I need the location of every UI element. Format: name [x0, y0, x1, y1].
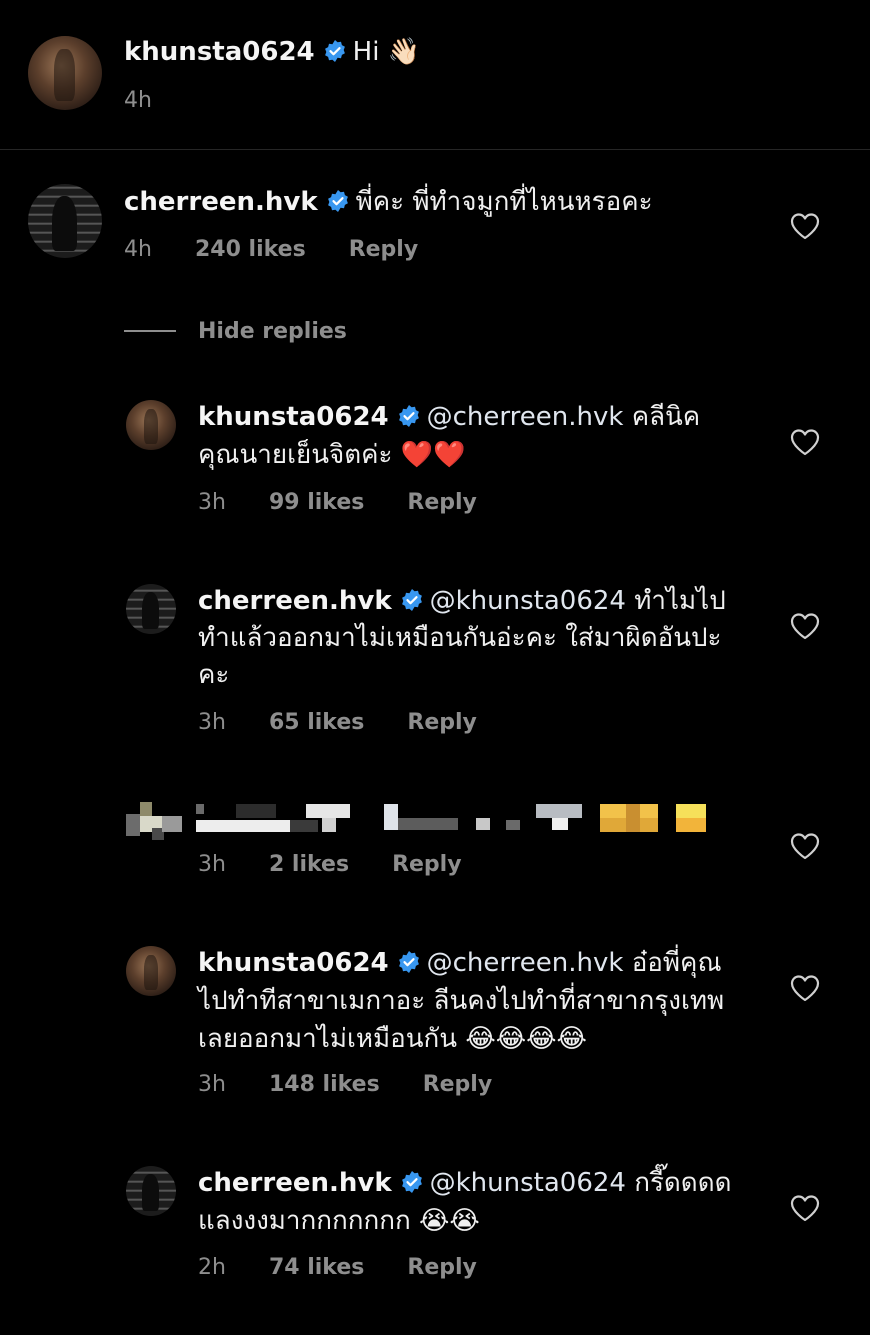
avatar-khunsta0624[interactable] [126, 400, 176, 450]
avatar-cherreen[interactable] [126, 584, 176, 634]
caption-line: khunsta0624 Hi 👋🏻 [124, 34, 420, 71]
reply-reply-button[interactable]: Reply [407, 1255, 477, 1280]
reply-mention[interactable]: @khunsta0624 [430, 1168, 626, 1198]
post-caption: khunsta0624 Hi 👋🏻 4h [0, 0, 870, 150]
reply-text-line: คะ [198, 660, 230, 690]
comment-likes[interactable]: 240 likes [195, 237, 306, 262]
reply-username[interactable]: cherreen.hvk [198, 586, 392, 616]
caption-username[interactable]: khunsta0624 [124, 37, 315, 67]
comment-text: พี่คะ พี่ทำจมูกที่ไหนหรอคะ [355, 187, 653, 217]
verified-badge-icon [398, 951, 419, 973]
heart-outline-icon[interactable] [790, 212, 820, 240]
reply-mention[interactable]: @cherreen.hvk [427, 948, 624, 978]
reply-time: 2h [198, 1255, 226, 1280]
reply-line: cherreen.hvk @khunsta0624 กรี๊ดดดด [198, 1165, 731, 1202]
avatar-khunsta0624[interactable] [126, 946, 176, 996]
reply-text: อ๋อพี่คุณ [631, 948, 722, 978]
verified-badge-icon [324, 40, 345, 62]
heart-outline-icon[interactable] [790, 428, 820, 456]
heart-outline-icon[interactable] [790, 1194, 820, 1222]
reply-likes[interactable]: 74 likes [269, 1255, 364, 1280]
reply-text-line: ไปทำทีสาขาเมกาอะ ลีนคงไปทำที่สาขากรุงเทพ [198, 986, 725, 1016]
comment-username[interactable]: cherreen.hvk [124, 187, 318, 217]
verified-badge-icon [401, 589, 422, 611]
reply-text: คลีนิค [631, 402, 701, 432]
reply-reply-button[interactable]: Reply [407, 710, 477, 735]
verified-badge-icon [327, 190, 348, 212]
reply-time: 3h [198, 852, 226, 877]
comment-meta: 4h 240 likes Reply [124, 237, 454, 262]
reply-username[interactable]: khunsta0624 [198, 402, 389, 432]
avatar-cherreen[interactable] [28, 184, 102, 258]
caption-text: Hi 👋🏻 [352, 37, 421, 67]
reply-meta: 3h 148 likes Reply [198, 1072, 528, 1097]
reply-reply-button[interactable]: Reply [407, 490, 477, 515]
reply-text-line: เลยออกมาไม่เหมือนกัน 😂😂😂😂 [198, 1024, 587, 1054]
comment-time: 4h [124, 237, 152, 262]
reply-username[interactable]: cherreen.hvk [198, 1168, 392, 1198]
caption-meta: 4h [124, 88, 188, 113]
reply-time: 3h [198, 490, 226, 515]
reply-meta: 3h 99 likes Reply [198, 490, 513, 515]
reply-likes[interactable]: 65 likes [269, 710, 364, 735]
avatar-khunsta0624[interactable] [28, 36, 102, 110]
reply-likes[interactable]: 2 likes [269, 852, 349, 877]
verified-badge-icon [398, 405, 419, 427]
heart-outline-icon[interactable] [790, 832, 820, 860]
avatar-cherreen[interactable] [126, 1166, 176, 1216]
reply-meta: 2h 74 likes Reply [198, 1255, 513, 1280]
reply-text-line: ทำแล้วออกมาไม่เหมือนกันอ่ะคะ ใส่มาผิดอัน… [198, 623, 722, 653]
heart-outline-icon[interactable] [790, 974, 820, 1002]
reply-meta: 3h 2 likes Reply [198, 852, 498, 877]
reply-meta: 3h 65 likes Reply [198, 710, 513, 735]
hide-replies-label: Hide replies [198, 318, 347, 344]
reply-reply-button[interactable]: Reply [392, 852, 462, 877]
reply-text: ทำไมไป [634, 586, 726, 616]
reply-reply-button[interactable]: Reply [423, 1072, 493, 1097]
reply-time: 3h [198, 710, 226, 735]
hide-replies-button[interactable]: Hide replies [124, 316, 347, 346]
heart-outline-icon[interactable] [790, 612, 820, 640]
comment-line: cherreen.hvk พี่คะ พี่ทำจมูกที่ไหนหรอคะ [124, 184, 653, 221]
verified-badge-icon [401, 1171, 422, 1193]
reply-time: 3h [198, 1072, 226, 1097]
reply-text-line: แลงงงมากกกกกกก 😭😭 [198, 1206, 480, 1236]
reply-line: cherreen.hvk @khunsta0624 ทำไมไป [198, 583, 726, 620]
reply-likes[interactable]: 99 likes [269, 490, 364, 515]
comment-reply-button[interactable]: Reply [349, 237, 419, 262]
reply-username[interactable]: khunsta0624 [198, 948, 389, 978]
reply-likes[interactable]: 148 likes [269, 1072, 380, 1097]
hide-replies-divider [124, 330, 176, 332]
caption-time: 4h [124, 88, 152, 113]
reply-line: khunsta0624 @cherreen.hvk อ๋อพี่คุณ [198, 945, 722, 982]
censored-reply-content [126, 800, 726, 840]
reply-mention[interactable]: @khunsta0624 [430, 586, 626, 616]
reply-line: khunsta0624 @cherreen.hvk คลีนิค [198, 399, 700, 436]
reply-text: กรี๊ดดดด [634, 1168, 732, 1198]
reply-text-line: คุณนายเย็นจิตค่ะ ❤️❤️ [198, 440, 466, 470]
reply-mention[interactable]: @cherreen.hvk [427, 402, 624, 432]
